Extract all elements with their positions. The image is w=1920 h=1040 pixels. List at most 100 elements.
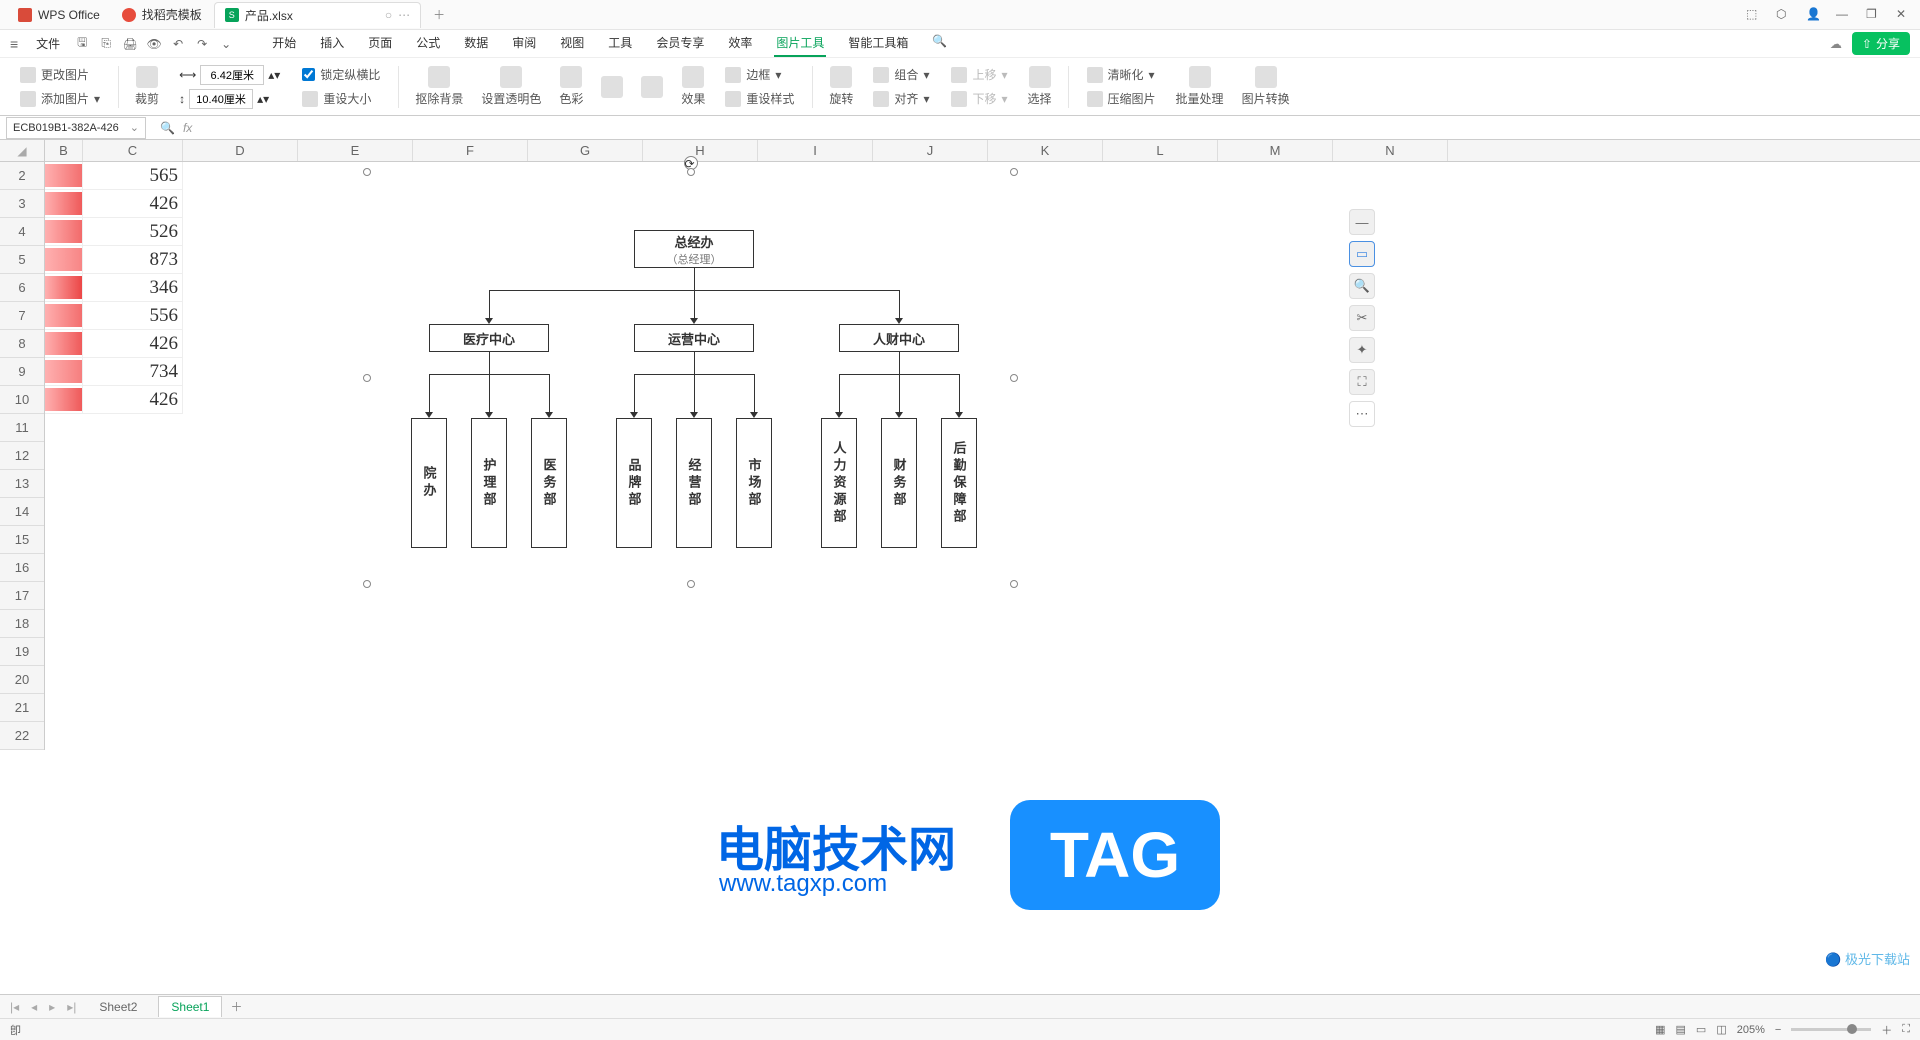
col-header-b[interactable]: B xyxy=(45,140,83,161)
row-header[interactable]: 11 xyxy=(0,414,44,442)
color-effect-button[interactable]: 色彩 xyxy=(553,66,589,107)
cell-b2[interactable] xyxy=(45,162,83,190)
change-picture-button[interactable]: 更改图片 xyxy=(20,65,100,85)
tab-menu-icon[interactable]: ⋯ xyxy=(398,8,410,22)
share-button[interactable]: ⇧ 分享 xyxy=(1852,32,1910,55)
menu-smart-toolbox[interactable]: 智能工具箱 xyxy=(846,30,910,57)
row-header[interactable]: 20 xyxy=(0,666,44,694)
zoom-slider[interactable] xyxy=(1791,1028,1871,1031)
border-button[interactable]: 边框▾ xyxy=(725,65,794,85)
cell-c10[interactable]: 426 xyxy=(83,386,183,414)
undo-icon[interactable]: ↶ xyxy=(168,34,188,54)
row-header[interactable]: 6 xyxy=(0,274,44,302)
cell-b7[interactable] xyxy=(45,302,83,330)
file-tab-active[interactable]: S 产品.xlsx ○ ⋯ xyxy=(214,2,421,28)
menu-picture-tools[interactable]: 图片工具 xyxy=(774,30,826,57)
rotate-button[interactable]: 旋转 xyxy=(823,66,859,107)
cell-b8[interactable] xyxy=(45,330,83,358)
cell-c6[interactable]: 346 xyxy=(83,274,183,302)
col-header-d[interactable]: D xyxy=(183,140,298,161)
cell-c5[interactable]: 873 xyxy=(83,246,183,274)
formula-input-area[interactable]: 🔍 fx xyxy=(152,121,1920,135)
save-icon[interactable]: 🖫 xyxy=(72,34,92,54)
view-page-icon[interactable]: ▤ xyxy=(1676,1023,1686,1036)
stepper-icon[interactable]: ▴▾ xyxy=(268,68,280,82)
row-header[interactable]: 8 xyxy=(0,330,44,358)
menu-review[interactable]: 审阅 xyxy=(510,30,538,57)
user-avatar-icon[interactable]: 👤 xyxy=(1806,7,1822,23)
group-button[interactable]: 组合▾ xyxy=(873,65,929,85)
clarity-button[interactable]: 清晰化▾ xyxy=(1087,65,1156,85)
select-all-corner[interactable]: ◢ xyxy=(0,140,45,161)
move-up-button[interactable]: 上移▾ xyxy=(951,65,1007,85)
col-header-e[interactable]: E xyxy=(298,140,413,161)
row-header[interactable]: 13 xyxy=(0,470,44,498)
menu-member[interactable]: 会员专享 xyxy=(654,30,706,57)
float-more-button[interactable]: ⋯ xyxy=(1349,401,1375,427)
row-header[interactable]: 22 xyxy=(0,722,44,750)
col-header-i[interactable]: I xyxy=(758,140,873,161)
cell-c3[interactable]: 426 xyxy=(83,190,183,218)
col-header-j[interactable]: J xyxy=(873,140,988,161)
resize-handle-se[interactable] xyxy=(1010,580,1018,588)
col-header-g[interactable]: G xyxy=(528,140,643,161)
preview-icon[interactable]: 👁 xyxy=(144,34,164,54)
row-header[interactable]: 21 xyxy=(0,694,44,722)
menu-tools[interactable]: 工具 xyxy=(606,30,634,57)
cell-b10[interactable] xyxy=(45,386,83,414)
col-header-n[interactable]: N xyxy=(1333,140,1448,161)
sheet-nav-last[interactable]: ▸| xyxy=(65,1000,78,1014)
row-header[interactable]: 5 xyxy=(0,246,44,274)
col-header-l[interactable]: L xyxy=(1103,140,1218,161)
menu-insert[interactable]: 插入 xyxy=(318,30,346,57)
sheet-tab-sheet1[interactable]: Sheet1 xyxy=(158,996,222,1017)
float-fullscreen-button[interactable]: ⛶ xyxy=(1349,369,1375,395)
menu-view[interactable]: 视图 xyxy=(558,30,586,57)
compress-button[interactable]: 压缩图片 xyxy=(1087,89,1156,109)
menu-page[interactable]: 页面 xyxy=(366,30,394,57)
redo-icon[interactable]: ↷ xyxy=(192,34,212,54)
reset-size-button[interactable]: 重设大小 xyxy=(302,89,380,109)
row-header[interactable]: 17 xyxy=(0,582,44,610)
remove-bg-button[interactable]: 抠除背景 xyxy=(409,66,469,107)
row-header[interactable]: 16 xyxy=(0,554,44,582)
row-header[interactable]: 2 xyxy=(0,162,44,190)
convert-button[interactable]: 图片转换 xyxy=(1236,66,1296,107)
brightness-button[interactable]: ✨ xyxy=(595,76,629,98)
row-header[interactable]: 9 xyxy=(0,358,44,386)
minimize-button[interactable]: — xyxy=(1836,7,1852,23)
sheet-tab-sheet2[interactable]: Sheet2 xyxy=(86,996,150,1018)
float-effect-button[interactable]: ✦ xyxy=(1349,337,1375,363)
view-split-icon[interactable]: ◫ xyxy=(1716,1023,1726,1036)
menu-search-icon[interactable]: 🔍 xyxy=(930,30,949,57)
cell-c4[interactable]: 526 xyxy=(83,218,183,246)
row-header[interactable]: 10 xyxy=(0,386,44,414)
cell-b5[interactable] xyxy=(45,246,83,274)
resize-handle-sw[interactable] xyxy=(363,580,371,588)
zoom-formula-icon[interactable]: 🔍 xyxy=(160,121,175,135)
transparency-button[interactable]: 设置透明色 xyxy=(475,66,547,107)
resize-handle-ne[interactable] xyxy=(1010,168,1018,176)
sheet-nav-first[interactable]: |◂ xyxy=(8,1000,21,1014)
row-header[interactable]: 14 xyxy=(0,498,44,526)
cell-c8[interactable]: 426 xyxy=(83,330,183,358)
row-header[interactable]: 19 xyxy=(0,638,44,666)
template-tab[interactable]: 找稻壳模板 xyxy=(112,2,212,28)
float-crop-button[interactable]: ✂ xyxy=(1349,305,1375,331)
zoom-in-button[interactable]: ＋ xyxy=(1881,1022,1892,1038)
resize-handle-s[interactable] xyxy=(687,580,695,588)
row-header[interactable]: 18 xyxy=(0,610,44,638)
stepper-icon[interactable]: ▴▾ xyxy=(257,92,269,106)
float-collapse-button[interactable]: — xyxy=(1349,209,1375,235)
cell-b4[interactable] xyxy=(45,218,83,246)
layout-icon[interactable]: ⬚ xyxy=(1746,7,1762,23)
float-layout-button[interactable]: ▭ xyxy=(1349,241,1375,267)
package-icon[interactable]: ⬡ xyxy=(1776,7,1792,23)
col-header-h[interactable]: H xyxy=(643,140,758,161)
fx-icon[interactable]: fx xyxy=(183,121,192,135)
lock-ratio-checkbox[interactable] xyxy=(302,68,315,81)
crop-button[interactable]: 裁剪 xyxy=(129,66,165,107)
cell-c2[interactable]: 565 xyxy=(83,162,183,190)
print-quick-icon[interactable]: ⎘ xyxy=(96,34,116,54)
file-menu[interactable]: 文件 xyxy=(28,33,68,54)
